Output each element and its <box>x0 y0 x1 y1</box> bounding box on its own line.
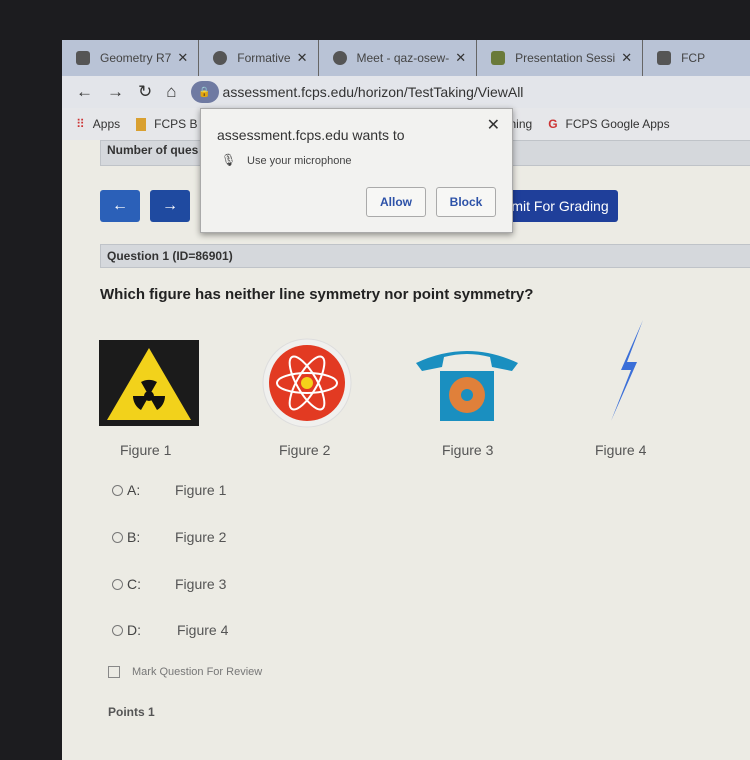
figure-2-label: Figure 2 <box>279 442 331 458</box>
formative-icon <box>213 51 228 65</box>
allow-button[interactable]: Allow <box>366 187 426 217</box>
tab-presentation[interactable]: Presentation Sessi ✕ <box>477 40 644 76</box>
radio-button[interactable] <box>112 531 123 543</box>
option-b[interactable]: B: Figure 2 <box>112 529 226 545</box>
radio-button[interactable] <box>112 578 123 590</box>
close-icon[interactable]: ✕ <box>621 50 632 66</box>
checkbox[interactable] <box>108 666 120 678</box>
previous-button[interactable]: ← <box>100 190 140 222</box>
figure-1-label: Figure 1 <box>120 442 172 458</box>
next-button[interactable]: → <box>150 190 190 222</box>
figure-2-atom <box>252 338 362 428</box>
bookmark-google-apps[interactable]: FCPS Google Apps <box>566 117 670 131</box>
bookmark-fcps[interactable]: FCPS B <box>154 117 197 131</box>
figure-4-lightning <box>572 315 682 425</box>
radio-button[interactable] <box>112 624 123 636</box>
tab-formative[interactable]: Formative ✕ <box>199 40 319 76</box>
apps-icon: ⠿ <box>76 117 85 131</box>
option-a[interactable]: A: Figure 1 <box>112 482 226 498</box>
presentation-icon <box>491 51 506 65</box>
forward-icon[interactable]: → <box>107 82 124 102</box>
option-c[interactable]: C: Figure 3 <box>112 576 226 592</box>
close-icon[interactable]: ✕ <box>297 50 308 66</box>
figure-4-label: Figure 4 <box>595 442 647 458</box>
figure-3-telephone <box>412 338 522 428</box>
folder-icon <box>136 117 147 131</box>
radio-button[interactable] <box>112 484 123 496</box>
option-d[interactable]: D: Figure 4 <box>112 622 228 638</box>
submit-for-grading-button[interactable]: mit For Grading <box>502 190 618 222</box>
address-bar: ← → ↻ ⌂ 🔒 assessment.fcps.edu/horizon/Tes… <box>62 76 750 108</box>
meet-icon <box>332 51 347 65</box>
question-text: Which figure has neither line symmetry n… <box>100 286 534 303</box>
points-label: Points 1 <box>108 705 155 719</box>
close-icon[interactable]: ✕ <box>177 50 188 66</box>
fcps-icon <box>657 51 672 65</box>
figure-1-radiation <box>94 338 204 428</box>
reload-icon[interactable]: ↻ <box>138 82 152 102</box>
tab-meet[interactable]: Meet - qaz-osew- ✕ <box>319 40 478 76</box>
mark-for-review[interactable]: Mark Question For Review <box>108 666 262 678</box>
home-icon[interactable]: ⌂ <box>166 82 176 102</box>
question-header: Question 1 (ID=86901) <box>100 244 750 268</box>
test-page: Number of ques ← → mit For Grading Quest… <box>62 140 750 760</box>
tab-bar: Geometry R7 ✕ Formative ✕ Meet - qaz-osew-… <box>62 40 750 76</box>
close-icon[interactable]: ✕ <box>455 50 466 66</box>
back-icon[interactable]: ← <box>76 82 93 102</box>
lock-icon[interactable]: 🔒 <box>190 81 219 103</box>
microphone-icon: 🎙 <box>221 153 237 167</box>
classroom-icon <box>76 51 90 65</box>
tab-geometry[interactable]: Geometry R7 ✕ <box>62 40 200 76</box>
close-icon[interactable]: ✕ <box>487 115 500 135</box>
block-button[interactable]: Block <box>436 187 496 217</box>
tab-fcps[interactable]: FCP <box>643 40 750 76</box>
google-icon: G <box>548 117 558 131</box>
url-field[interactable]: 🔒 assessment.fcps.edu/horizon/TestTaking/… <box>190 81 523 103</box>
figure-3-label: Figure 3 <box>442 442 494 458</box>
permission-popup: assessment.fcps.edu wants to ✕ 🎙 Use you… <box>200 108 513 233</box>
bookmark-apps[interactable]: Apps <box>93 117 120 131</box>
